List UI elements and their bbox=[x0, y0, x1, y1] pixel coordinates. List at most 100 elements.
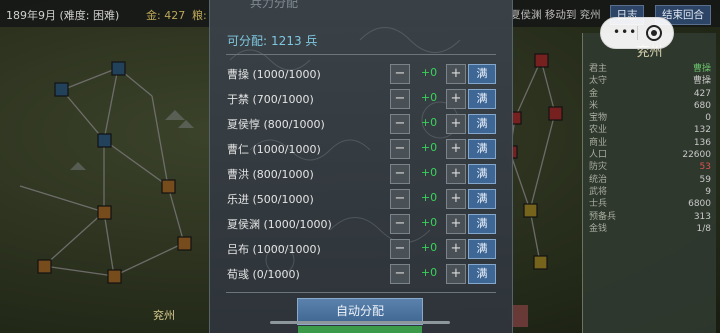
stat-label: 士兵 bbox=[589, 199, 608, 210]
general-name: 荀彧 (0/1000) bbox=[227, 268, 300, 281]
stat-label: 米 bbox=[589, 100, 599, 111]
fill-max-button[interactable]: 满 bbox=[468, 214, 496, 234]
decrease-button[interactable]: − bbox=[390, 214, 410, 234]
general-name: 夏侯渊 (1000/1000) bbox=[227, 218, 332, 231]
stat-label: 武将 bbox=[589, 186, 608, 197]
fill-max-button[interactable]: 满 bbox=[468, 264, 496, 284]
stat-label: 商业 bbox=[589, 137, 608, 148]
fill-max-button[interactable]: 满 bbox=[468, 64, 496, 84]
stat-value: 1/8 bbox=[696, 223, 711, 234]
general-name: 乐进 (500/1000) bbox=[227, 193, 314, 206]
general-row: 夏侯惇 (800/1000) − +0 + 满 bbox=[227, 113, 497, 134]
general-row: 曹仁 (1000/1000) − +0 + 满 bbox=[227, 138, 497, 159]
general-row: 夏侯渊 (1000/1000) − +0 + 满 bbox=[227, 213, 497, 234]
fill-max-button[interactable]: 满 bbox=[468, 89, 496, 109]
general-name: 吕布 (1000/1000) bbox=[227, 243, 321, 256]
province-stats: 君主 曹操 太守 曹操金 427 米 680 宝物 0 农业 132 商业 136 人口 22600 防灾 53… bbox=[589, 63, 711, 235]
increase-button[interactable]: + bbox=[446, 239, 466, 259]
increase-button[interactable]: + bbox=[446, 139, 466, 159]
dialog-title: 兵力分配 bbox=[250, 0, 299, 10]
stat-row: 人口 22600 bbox=[589, 149, 711, 161]
stat-row: 预备兵 313 bbox=[589, 211, 711, 223]
more-menu-icon[interactable]: ••• bbox=[613, 26, 637, 38]
troop-delta: +0 bbox=[420, 116, 438, 129]
decrease-button[interactable]: − bbox=[390, 239, 410, 259]
stat-label: 统治 bbox=[589, 174, 608, 185]
move-notice: 夏侯渊 移动到 兖州 bbox=[510, 9, 601, 21]
gold-counter: 金: 427 bbox=[146, 9, 186, 22]
scroll-indicator bbox=[270, 321, 450, 324]
increase-button[interactable]: + bbox=[446, 114, 466, 134]
troop-delta: +0 bbox=[420, 66, 438, 79]
troop-delta: +0 bbox=[420, 216, 438, 229]
fill-max-button[interactable]: 满 bbox=[468, 164, 496, 184]
decrease-button[interactable]: − bbox=[390, 164, 410, 184]
fill-max-button[interactable]: 满 bbox=[468, 189, 496, 209]
stat-value: 22600 bbox=[682, 150, 711, 161]
decrease-button[interactable]: − bbox=[390, 264, 410, 284]
increase-button[interactable]: + bbox=[446, 214, 466, 234]
stat-row: 农业 132 bbox=[589, 124, 711, 136]
stat-label: 金钱 bbox=[589, 223, 608, 234]
troop-delta: +0 bbox=[420, 166, 438, 179]
stat-value: 53 bbox=[699, 162, 711, 173]
stat-label: 防灾 bbox=[589, 162, 608, 173]
grain-counter: 粮: bbox=[192, 9, 207, 22]
stat-row: 宝物 0 bbox=[589, 112, 711, 124]
stat-label: 宝物 bbox=[589, 113, 608, 124]
stat-label: 君主 bbox=[589, 64, 608, 74]
stat-value: 0 bbox=[705, 113, 711, 124]
stat-row: 金 427 bbox=[589, 88, 711, 100]
general-row: 乐进 (500/1000) − +0 + 满 bbox=[227, 188, 497, 209]
close-target-icon[interactable] bbox=[646, 25, 662, 41]
stat-label: 人口 bbox=[589, 150, 608, 161]
decrease-button[interactable]: − bbox=[390, 64, 410, 84]
divider-bottom bbox=[226, 292, 496, 293]
general-name: 曹洪 (800/1000) bbox=[227, 168, 314, 181]
fill-max-button[interactable]: 满 bbox=[468, 239, 496, 259]
province-info-panel: 兖州 君主 曹操 太守 曹操金 427 米 680 宝物 0 农业 132 商业 136 人口 22600 防… bbox=[582, 33, 716, 333]
game-date: 189年9月 (难度: 困难) bbox=[6, 9, 120, 22]
stat-row: 防灾 53 bbox=[589, 161, 711, 173]
general-name: 曹操 (1000/1000) bbox=[227, 68, 321, 81]
decrease-button[interactable]: − bbox=[390, 89, 410, 109]
troop-delta: +0 bbox=[420, 141, 438, 154]
troop-delta: +0 bbox=[420, 191, 438, 204]
stat-row: 统治 59 bbox=[589, 174, 711, 186]
stat-value: 曹操 bbox=[692, 64, 711, 74]
miniprogram-capsule: ••• bbox=[600, 17, 674, 49]
stat-label: 金 bbox=[589, 88, 599, 99]
capsule-divider bbox=[637, 26, 638, 40]
general-name: 曹仁 (1000/1000) bbox=[227, 143, 321, 156]
stat-row: 太守 曹操 bbox=[589, 75, 711, 87]
general-name: 于禁 (700/1000) bbox=[227, 93, 314, 106]
stat-row: 米 680 bbox=[589, 100, 711, 112]
troop-delta: +0 bbox=[420, 241, 438, 254]
decrease-button[interactable]: − bbox=[390, 114, 410, 134]
bottom-city-label: 兖州 bbox=[153, 309, 175, 322]
stat-value: 313 bbox=[693, 211, 711, 222]
available-label: 可分配: bbox=[227, 34, 268, 48]
increase-button[interactable]: + bbox=[446, 264, 466, 284]
stat-row: 商业 136 bbox=[589, 137, 711, 149]
fill-max-button[interactable]: 满 bbox=[468, 139, 496, 159]
decrease-button[interactable]: − bbox=[390, 139, 410, 159]
increase-button[interactable]: + bbox=[446, 89, 466, 109]
troop-delta: +0 bbox=[420, 266, 438, 279]
stat-row: 武将 9 bbox=[589, 186, 711, 198]
available-value: 1213 兵 bbox=[271, 34, 318, 48]
increase-button[interactable]: + bbox=[446, 64, 466, 84]
increase-button[interactable]: + bbox=[446, 189, 466, 209]
fill-max-button[interactable]: 满 bbox=[468, 114, 496, 134]
confirm-button-edge[interactable] bbox=[298, 326, 422, 333]
stat-row: 士兵 6800 bbox=[589, 198, 711, 210]
general-row: 荀彧 (0/1000) − +0 + 满 bbox=[227, 263, 497, 284]
stat-value: 132 bbox=[693, 125, 711, 136]
stat-value: 曹操 bbox=[692, 76, 711, 87]
general-row: 吕布 (1000/1000) − +0 + 满 bbox=[227, 238, 497, 259]
stat-value: 9 bbox=[705, 186, 711, 197]
decrease-button[interactable]: − bbox=[390, 189, 410, 209]
general-row: 于禁 (700/1000) − +0 + 满 bbox=[227, 88, 497, 109]
stat-label: 预备兵 bbox=[589, 211, 617, 222]
increase-button[interactable]: + bbox=[446, 164, 466, 184]
